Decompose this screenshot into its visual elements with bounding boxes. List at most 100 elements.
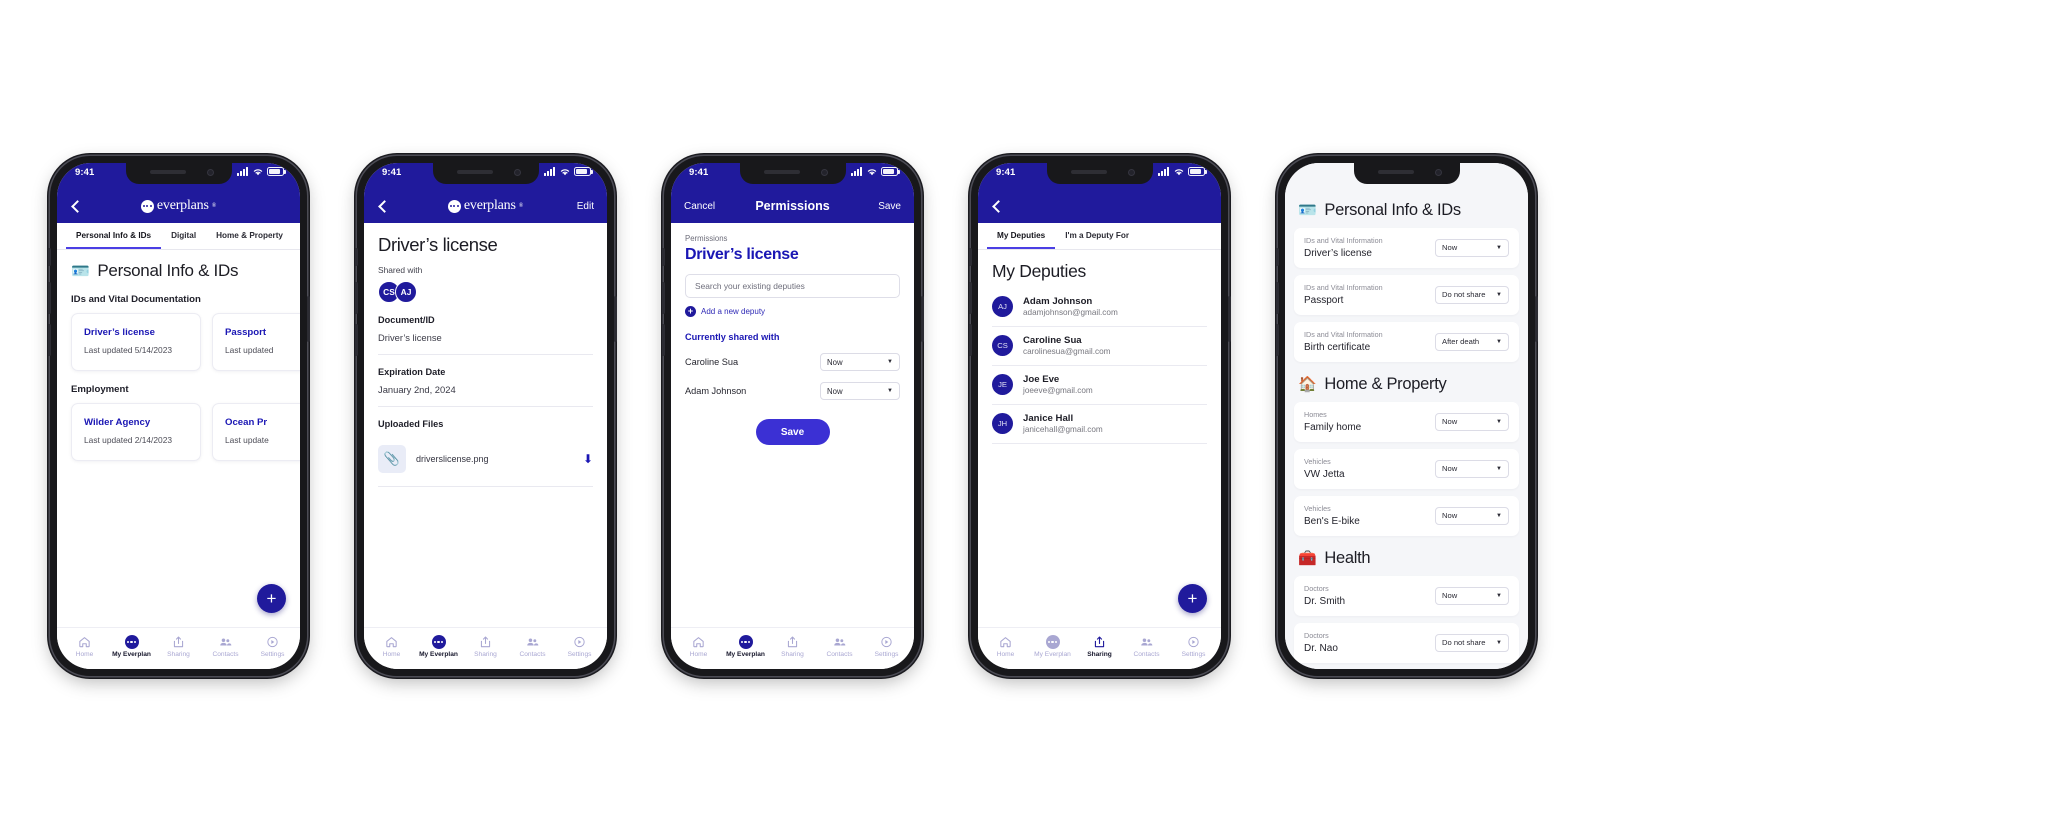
add-button-fab-1[interactable]: + (257, 584, 286, 613)
bottom-nav-label: Contacts (826, 651, 853, 659)
sharing-item-row[interactable]: Homes Family home Now ▼ (1294, 402, 1519, 442)
power-button (613, 296, 617, 342)
deputy-info: Joe Eve joeeve@gmail.com (1023, 374, 1093, 395)
bottom-nav-2[interactable]: Home My Everplan Sharing Contacts Settin… (364, 627, 607, 669)
bottom-nav-3[interactable]: Home My Everplan Sharing Contacts Settin… (671, 627, 914, 669)
bottom-nav-item-sharing[interactable]: Sharing (769, 635, 816, 658)
card-row-ids: Driver’s license Last updated 5/14/2023 … (71, 313, 300, 371)
back-button-4[interactable] (991, 199, 1029, 213)
download-icon[interactable]: ⬇ (583, 453, 593, 465)
sharing-item-row[interactable]: IDs and Vital Information Driver’s licen… (1294, 228, 1519, 268)
save-button[interactable]: Save (755, 419, 830, 445)
card-passport[interactable]: Passport Last updated (212, 313, 300, 371)
earpiece-speaker (763, 170, 800, 174)
tab-my-deputies[interactable]: My Deputies (987, 223, 1056, 249)
device-notch (1353, 163, 1460, 184)
item-category: Vehicles (1304, 504, 1331, 513)
bottom-nav-item-home[interactable]: Home (982, 635, 1029, 658)
deputy-row[interactable]: JH Janice Hall janicehall@gmail.com (992, 405, 1207, 444)
phone-screen-5: 🪪 Personal Info & IDs IDs and Vital Info… (1285, 163, 1528, 669)
sharing-item-row[interactable]: IDs and Vital Information Birth certific… (1294, 322, 1519, 362)
bottom-nav-1[interactable]: Home My Everplan Sharing Contacts Settin… (57, 627, 300, 669)
bottom-nav-4[interactable]: Home My Everplan Sharing Contacts Settin… (978, 627, 1221, 669)
item-title: Birth certificate (1304, 342, 1371, 353)
sharing-item-info: IDs and Vital Information Birth certific… (1304, 330, 1383, 353)
bottom-nav-label: Contacts (1133, 651, 1160, 659)
phone-screen-4: 9:41 My Deputies I'm a Deputy For My Dep… (978, 163, 1221, 669)
uploaded-files-section: Uploaded Files (378, 407, 593, 429)
edit-button[interactable]: Edit (556, 201, 594, 212)
tab-im-a-deputy-for[interactable]: I'm a Deputy For (1055, 223, 1139, 249)
file-name: driverslicense.png (416, 454, 489, 464)
permission-value: Do not share (1442, 638, 1486, 647)
permission-select[interactable]: After death ▼ (1435, 332, 1509, 351)
status-indicators (851, 167, 900, 176)
category-tabs-1[interactable]: Personal Info & IDs Digital Home & Prope… (57, 223, 300, 250)
deputy-row[interactable]: JE Joe Eve joeeve@gmail.com (992, 366, 1207, 405)
bottom-nav-item-home[interactable]: Home (61, 635, 108, 658)
card-ocean-pr[interactable]: Ocean Pr Last update (212, 403, 300, 461)
sharing-item-row[interactable]: Vehicles VW Jetta Now ▼ (1294, 449, 1519, 489)
tab-personal-info-ids[interactable]: Personal Info & IDs (66, 223, 162, 249)
permission-select[interactable]: Now ▼ (1435, 238, 1509, 257)
tab-home-property[interactable]: Home & Property (206, 223, 293, 249)
save-nav-button[interactable]: Save (863, 201, 901, 212)
card-drivers-license[interactable]: Driver’s license Last updated 5/14/2023 (71, 313, 201, 371)
bottom-nav-item-my-everplan[interactable]: My Everplan (722, 634, 769, 658)
card-wilder-agency[interactable]: Wilder Agency Last updated 2/14/2023 (71, 403, 201, 461)
bottom-nav-item-settings[interactable]: Settings (556, 635, 603, 658)
phone-mockup-3: 9:41 Cancel Permissions Save Permissions… (661, 156, 924, 676)
bottom-nav-item-contacts[interactable]: Contacts (509, 635, 556, 658)
deputies-tabs[interactable]: My Deputies I'm a Deputy For (978, 223, 1221, 250)
volume-up-button (1275, 282, 1279, 314)
bottom-nav-item-settings[interactable]: Settings (863, 635, 910, 658)
permission-select[interactable]: Now ▼ (1435, 459, 1509, 478)
permission-select[interactable]: Now ▼ (1435, 506, 1509, 525)
tab-digital[interactable]: Digital (161, 223, 206, 249)
bottom-nav-item-sharing[interactable]: Sharing (155, 635, 202, 658)
uploaded-files-label: Uploaded Files (378, 419, 444, 429)
bottom-nav-item-settings[interactable]: Settings (249, 635, 296, 658)
back-button-1[interactable] (70, 199, 108, 213)
bottom-nav-item-home[interactable]: Home (675, 635, 722, 658)
cancel-button[interactable]: Cancel (684, 201, 722, 212)
file-row[interactable]: 📎 driverslicense.png ⬇ (378, 436, 593, 487)
add-new-deputy-button[interactable]: + Add a new deputy (685, 306, 900, 317)
bottom-nav-item-contacts[interactable]: Contacts (202, 635, 249, 658)
permission-select[interactable]: Now ▼ (820, 353, 900, 371)
permission-row: Adam Johnson Now ▼ (685, 382, 900, 400)
avatar[interactable]: AJ (395, 281, 417, 303)
wifi-icon (1174, 169, 1183, 176)
permission-select[interactable]: Now ▼ (1435, 412, 1509, 431)
sharing-item-row[interactable]: Doctors Dr. Smith Now ▼ (1294, 576, 1519, 616)
bottom-nav-item-sharing[interactable]: Sharing (462, 635, 509, 658)
bottom-nav-item-home[interactable]: Home (368, 635, 415, 658)
permission-select[interactable]: Now ▼ (1435, 586, 1509, 605)
bottom-nav-item-my-everplan[interactable]: My Everplan (108, 634, 155, 659)
back-button-2[interactable] (377, 199, 415, 213)
bottom-nav-item-settings[interactable]: Settings (1170, 635, 1217, 658)
permission-select[interactable]: Do not share ▼ (1435, 633, 1509, 652)
permission-value: Now (827, 386, 843, 396)
sharing-item-row[interactable]: Vehicles Ben's E-bike Now ▼ (1294, 496, 1519, 536)
bottom-nav-item-contacts[interactable]: Contacts (816, 635, 863, 659)
permission-value: After death (1442, 337, 1480, 346)
deputy-row[interactable]: CS Caroline Sua carolinesua@gmail.com (992, 327, 1207, 366)
bottom-nav-label: My Everplan (112, 651, 151, 659)
bottom-nav-item-sharing[interactable]: Sharing (1076, 635, 1123, 658)
phone-mockup-5: 🪪 Personal Info & IDs IDs and Vital Info… (1275, 156, 1538, 676)
bottom-nav-item-contacts[interactable]: Contacts (1123, 635, 1170, 659)
permission-select[interactable]: Do not share ▼ (1435, 285, 1509, 304)
sharing-item-row[interactable]: IDs and Vital Information Passport Do no… (1294, 275, 1519, 315)
deputy-row[interactable]: AJ Adam Johnson adamjohnson@gmail.com (992, 288, 1207, 327)
item-title: VW Jetta (1304, 469, 1345, 480)
bottom-nav-item-my-everplan[interactable]: My Everplan (415, 634, 462, 658)
bottom-nav-item-my-everplan[interactable]: My Everplan (1029, 634, 1076, 658)
permission-select[interactable]: Now ▼ (820, 382, 900, 400)
deputy-name: Adam Johnson (685, 386, 747, 396)
id-card-icon: 🪪 (71, 262, 90, 280)
search-deputies-input[interactable]: Search your existing deputies (685, 274, 900, 298)
sharing-item-row[interactable]: Doctors Dr. Nao Do not share ▼ (1294, 623, 1519, 663)
add-deputy-fab[interactable]: + (1178, 584, 1207, 613)
front-camera (1434, 169, 1442, 176)
